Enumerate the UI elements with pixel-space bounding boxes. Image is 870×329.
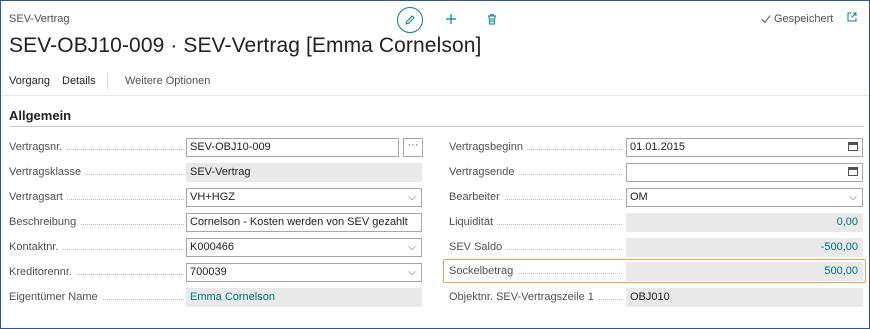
delete-button[interactable]: [482, 9, 502, 29]
new-button[interactable]: [441, 9, 461, 29]
field-row-owner-name: Eigentümer Name Emma Cornelson: [9, 288, 422, 307]
check-icon: [761, 15, 771, 24]
contract-class-value: SEV-Vertrag: [186, 163, 422, 182]
contract-start-date-input[interactable]: 01.01.2015: [626, 138, 863, 157]
field-row-clerk: Bearbeiter OM ⌵: [449, 188, 863, 207]
field-label: Objektnr. SEV-Vertragszeile 1: [449, 291, 598, 303]
field-label: Bearbeiter: [449, 191, 504, 203]
trash-icon: [488, 14, 496, 25]
field-row-contract-start: Vertragsbeginn 01.01.2015: [449, 138, 863, 157]
popout-button[interactable]: [846, 11, 860, 25]
field-row-object-no-line: Objektnr. SEV-Vertragszeile 1 OBJ010: [449, 288, 863, 307]
vendor-no-value: 700039: [190, 266, 227, 278]
contact-no-value: K000466: [190, 241, 235, 253]
page-title: SEV-OBJ10-009 · SEV-Vertrag [Emma Cornel…: [9, 34, 482, 57]
field-row-vendor-no: Kreditorennr. 700039 ⌵: [9, 263, 422, 282]
field-row-base-amount: Sockelbetrag 500,00: [449, 262, 863, 281]
field-label: Kontaktnr.: [9, 241, 63, 253]
action-process[interactable]: Vorgang: [9, 75, 50, 87]
field-label: Eigentümer Name: [9, 291, 102, 303]
chevron-down-icon: ⌵: [408, 242, 416, 253]
field-label: Vertragsnr.: [9, 141, 67, 153]
field-row-description: Beschreibung Cornelson - Kosten werden v…: [9, 213, 422, 232]
action-separator: [107, 73, 108, 89]
field-label: Beschreibung: [9, 216, 81, 228]
field-label: Vertragsende: [449, 166, 519, 178]
plus-icon: [446, 14, 456, 24]
contract-no-input[interactable]: SEV-OBJ10-009: [186, 138, 399, 157]
field-row-contact-no: Kontaktnr. K000466 ⌵: [9, 238, 422, 257]
contract-type-value: VH+HGZ: [190, 191, 235, 203]
field-row-contract-no: Vertragsnr. SEV-OBJ10-009 ···: [9, 138, 423, 157]
vendor-no-select[interactable]: 700039 ⌵: [186, 263, 422, 282]
header-divider: [1, 95, 869, 96]
field-label: Sockelbetrag: [449, 265, 518, 277]
edit-button[interactable]: [397, 7, 423, 33]
calendar-icon[interactable]: [848, 142, 858, 151]
contract-end-date-input[interactable]: [626, 163, 863, 182]
contract-start-value: 01.01.2015: [630, 141, 686, 153]
field-label: Vertragsbeginn: [449, 141, 527, 153]
field-label: Kreditorennr.: [9, 266, 76, 278]
field-row-contract-type: Vertragsart VH+HGZ ⌵: [9, 188, 422, 207]
contract-no-assist-button[interactable]: ···: [403, 138, 423, 157]
base-amount-value[interactable]: 500,00: [626, 262, 863, 281]
section-title-general[interactable]: Allgemein: [9, 108, 71, 123]
description-input[interactable]: Cornelson - Kosten werden von SEV gezahl…: [186, 213, 422, 232]
field-label: Vertragsklasse: [9, 166, 86, 178]
owner-name-link[interactable]: Emma Cornelson: [186, 288, 422, 307]
field-row-liquidity: Liquidität 0,00: [449, 213, 863, 232]
sev-balance-value[interactable]: -500,00: [626, 238, 863, 257]
object-no-line-value: OBJ010: [626, 288, 863, 307]
pencil-icon: [405, 15, 415, 25]
contract-type-select[interactable]: VH+HGZ ⌵: [186, 188, 422, 207]
field-label: Liquidität: [449, 216, 498, 228]
field-label: Vertragsart: [9, 191, 67, 203]
field-row-contract-end: Vertragsende: [449, 163, 863, 182]
field-row-contract-class: Vertragsklasse SEV-Vertrag: [9, 163, 422, 182]
saved-status: Gespeichert: [761, 13, 833, 25]
chevron-down-icon: ⌵: [408, 192, 416, 203]
page-frame: SEV-Vertrag Gespeichert SEV-OBJ10-009 · …: [0, 0, 870, 329]
chevron-down-icon: ⌵: [849, 192, 857, 203]
action-more-options[interactable]: Weitere Optionen: [125, 75, 210, 87]
action-details[interactable]: Details: [62, 75, 96, 87]
action-bar: Vorgang Details Weitere Optionen: [1, 69, 869, 95]
section-divider: [9, 126, 864, 127]
saved-label: Gespeichert: [774, 13, 834, 25]
popout-icon: [847, 12, 857, 22]
page-caption: SEV-Vertrag: [9, 13, 70, 25]
calendar-icon[interactable]: [848, 167, 858, 176]
field-row-sev-balance: SEV Saldo -500,00: [449, 238, 863, 257]
chevron-down-icon: ⌵: [408, 267, 416, 278]
field-label: SEV Saldo: [449, 241, 507, 253]
page-header: SEV-Vertrag Gespeichert SEV-OBJ10-009 · …: [1, 1, 869, 63]
contact-no-select[interactable]: K000466 ⌵: [186, 238, 422, 257]
liquidity-value[interactable]: 0,00: [626, 213, 863, 232]
clerk-value: OM: [630, 191, 648, 203]
clerk-select[interactable]: OM ⌵: [626, 188, 863, 207]
